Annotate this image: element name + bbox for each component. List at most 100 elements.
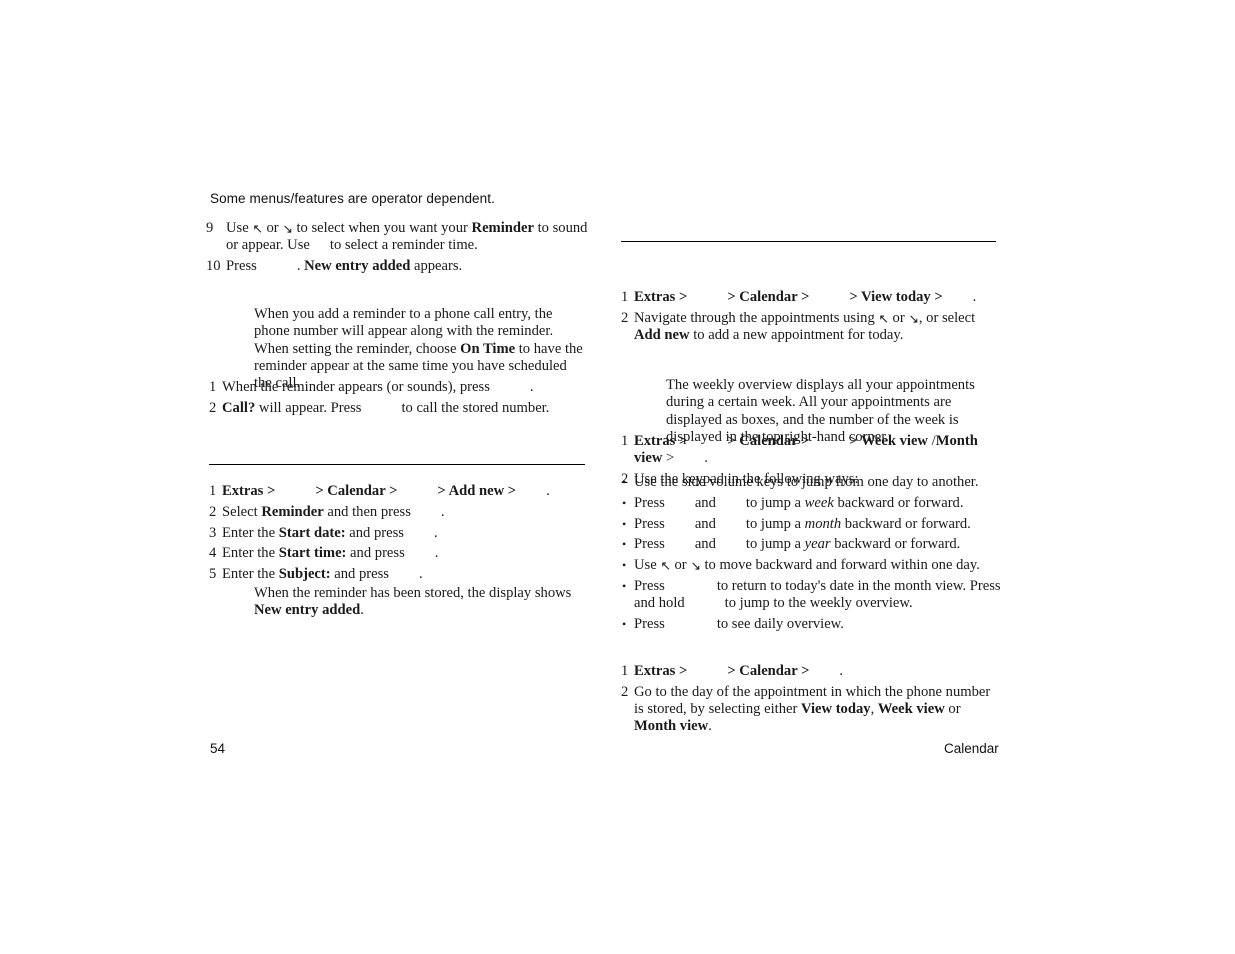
numbered-step: 1 Extras > > Calendar > > Week view /Mont…	[621, 433, 1001, 468]
step-text: Enter the Start time: and press .	[222, 545, 439, 562]
bullet-text: Use ↖ or ↘ to move backward and forward …	[634, 557, 980, 574]
numbered-step: 3 Enter the Start date: and press .	[209, 525, 589, 542]
step-number: 5	[209, 566, 217, 583]
bullet-text: Press and to jump a week backward or for…	[634, 494, 964, 512]
key-icon-placeholder	[665, 516, 695, 533]
bullet-item: • Press and to jump a month backward or f…	[621, 516, 1001, 533]
step-number: 4	[209, 545, 217, 562]
key-icon-placeholder	[490, 379, 530, 396]
step-text: Extras > > Calendar > > Week view /Month…	[634, 433, 978, 467]
add-reminder-steps-list: 1 Extras > > Calendar > > Add new > . 2 Sel…	[209, 483, 589, 587]
step-text: Enter the Start date: and press .	[222, 524, 438, 542]
key-icon-placeholder	[310, 237, 330, 254]
bullet-item: • Use the side volume keys to jump from o…	[621, 474, 1001, 491]
numbered-step: 1 Extras > > Calendar > .	[621, 663, 1001, 680]
key-icon-placeholder	[809, 663, 839, 680]
bullet-icon: •	[622, 475, 627, 489]
bullet-item: • Use ↖ or ↘ to move backward and forward…	[621, 557, 1001, 574]
numbered-step: 1 Extras > > Calendar > > Add new > .	[209, 483, 589, 500]
bullet-icon: •	[622, 537, 627, 552]
step-text: Extras > > Calendar > > Add new > .	[222, 483, 550, 499]
numbered-step: 10 Press . New entry added appears.	[206, 258, 589, 275]
key-icon-placeholder	[389, 566, 419, 583]
arrow-up-left-icon: ↖	[878, 310, 889, 326]
step-number: 1	[621, 289, 629, 305]
bullet-item: • Press to see daily overview.	[621, 616, 1001, 633]
section-rule-left	[209, 464, 585, 465]
step-text: When the reminder appears (or sounds), p…	[222, 379, 534, 395]
view-today-steps-list: 1 Extras > > Calendar > > View today > . 2…	[621, 289, 1001, 348]
arrow-down-right-icon: ↘	[690, 558, 701, 574]
bullet-icon: •	[622, 495, 627, 510]
key-icon-placeholder	[687, 433, 727, 450]
step-number: 2	[621, 683, 629, 700]
step-text: Enter the Subject: and press .	[222, 566, 423, 583]
arrow-up-left-icon: ↖	[252, 221, 263, 236]
step-number: 1	[621, 663, 629, 679]
call-from-calendar-steps-list: 1 Extras > > Calendar > . 2 Go to the day o…	[621, 663, 1001, 739]
numbered-step: 1 Extras > > Calendar > > View today > .	[621, 289, 1001, 306]
key-icon-placeholder	[411, 504, 441, 521]
step-text: Press . New entry added appears.	[226, 258, 463, 275]
key-icon-placeholder	[404, 525, 434, 542]
key-icon-placeholder	[809, 289, 849, 306]
bullet-icon: •	[622, 578, 627, 593]
numbered-step: 2 Go to the day of the appointment in whi…	[621, 684, 1001, 736]
step-number: 10	[206, 258, 221, 275]
numbered-step: 2 Navigate through the appointments using…	[621, 310, 1001, 345]
key-icon-placeholder	[516, 483, 546, 500]
key-icon-placeholder	[809, 433, 849, 450]
step-number: 1	[621, 433, 629, 449]
step-number: 1	[209, 379, 217, 395]
manual-page: Some menus/features are operator depende…	[0, 0, 1235, 954]
key-icon-placeholder	[716, 495, 746, 512]
key-icon-placeholder	[943, 289, 973, 306]
step-text: Select Reminder and then press .	[222, 503, 445, 521]
step-number: 1	[209, 483, 217, 499]
bullet-text: Use the side volume keys to jump from on…	[634, 474, 979, 490]
bullet-item: • Press and to jump a year backward or fo…	[621, 536, 1001, 553]
numbered-step: 4 Enter the Start time: and press .	[209, 545, 589, 562]
step-number: 9	[206, 220, 214, 236]
section-rule-right	[621, 241, 996, 242]
footer-page-number: 54	[210, 741, 226, 756]
numbered-step: 9 Use ↖ or ↘ to select when you want your…	[206, 220, 589, 255]
keypad-bullets-list: • Use the side volume keys to jump from o…	[621, 474, 1001, 637]
bullet-item: • Press and to jump a week backward or fo…	[621, 495, 1001, 512]
step-number: 2	[209, 399, 217, 416]
key-icon-placeholder	[685, 595, 725, 612]
key-icon-placeholder	[687, 663, 727, 680]
reminder-stored-note: When the reminder has been stored, the d…	[254, 585, 572, 619]
call-reminder-steps-list: 1 When the reminder appears (or sounds), …	[209, 379, 589, 421]
numbered-step: 1 When the reminder appears (or sounds), …	[209, 379, 589, 396]
arrow-down-right-icon: ↘	[908, 310, 919, 326]
key-icon-placeholder	[687, 289, 727, 306]
bullet-icon: •	[622, 516, 627, 531]
step-text: Extras > > Calendar > > View today > .	[634, 289, 977, 306]
bullet-icon: •	[622, 617, 627, 632]
arrow-down-right-icon: ↘	[282, 221, 293, 236]
key-icon-placeholder	[405, 545, 435, 562]
key-icon-placeholder	[361, 400, 401, 417]
step-text: Extras > > Calendar > .	[634, 663, 844, 680]
step-text: Call? will appear. Press to call the sto…	[222, 399, 550, 417]
numbered-step: 5 Enter the Subject: and press .	[209, 566, 589, 583]
arrow-up-left-icon: ↖	[660, 558, 671, 574]
key-icon-placeholder	[665, 495, 695, 512]
numbered-step: 2 Call? will appear. Press to call the st…	[209, 400, 589, 417]
key-icon-placeholder	[275, 483, 315, 500]
bullet-icon: •	[622, 558, 627, 573]
key-icon-placeholder	[665, 616, 717, 633]
key-icon-placeholder	[665, 578, 717, 595]
bullet-item: • Press to return to today's date in the …	[621, 578, 1001, 613]
bullet-text: Press to return to today's date in the m…	[634, 577, 1001, 612]
key-icon-placeholder	[397, 483, 437, 500]
key-icon-placeholder	[716, 516, 746, 533]
bullet-text: Press and to jump a month backward or fo…	[634, 515, 971, 533]
key-icon-placeholder	[716, 536, 746, 553]
left-steps-continued-list: 9 Use ↖ or ↘ to select when you want your…	[206, 220, 589, 279]
bullet-text: Press to see daily overview.	[634, 616, 844, 633]
step-text: Go to the day of the appointment in whic…	[634, 683, 991, 735]
numbered-step: 2 Select Reminder and then press .	[209, 504, 589, 521]
footer-section-label: Calendar	[944, 741, 999, 756]
